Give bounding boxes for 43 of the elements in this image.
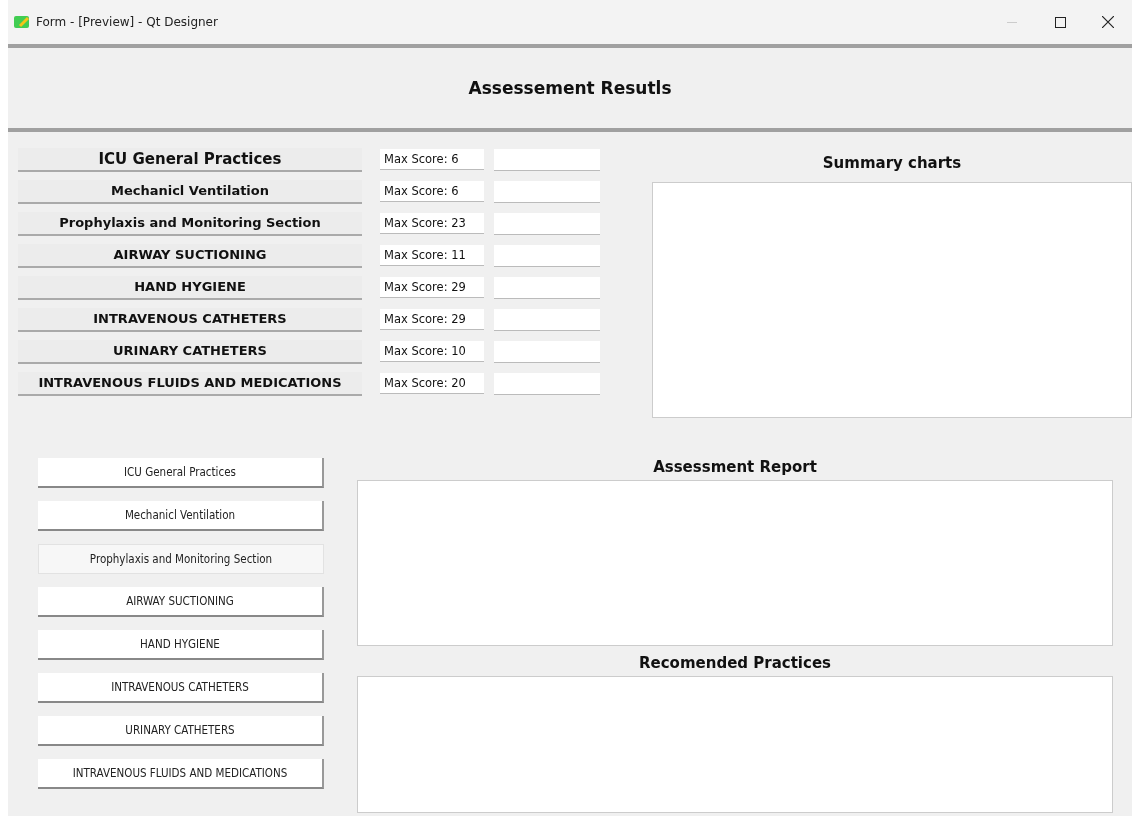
form-title: Assessement Resutls [468, 78, 672, 98]
section-label: HAND HYGIENE [18, 275, 362, 300]
recommended-text-area[interactable] [357, 676, 1113, 813]
max-score-field: Max Score: 20 [380, 373, 484, 394]
max-score-field: Max Score: 29 [380, 277, 484, 298]
minimize-icon [1007, 21, 1017, 23]
score-field[interactable] [494, 148, 600, 171]
max-score-field: Max Score: 10 [380, 341, 484, 362]
max-score-field: Max Score: 6 [380, 149, 484, 170]
section-button[interactable]: URINARY CATHETERS [38, 716, 324, 746]
close-icon [1102, 16, 1114, 28]
max-score-field: Max Score: 6 [380, 181, 484, 202]
score-field[interactable] [494, 244, 600, 267]
score-field[interactable] [494, 372, 600, 395]
section-button[interactable]: INTRAVENOUS FLUIDS AND MEDICATIONS [38, 759, 324, 789]
section-label: Mechanicl Ventilation [18, 179, 362, 204]
section-button[interactable]: INTRAVENOUS CATHETERS [38, 673, 324, 703]
max-score-field: Max Score: 29 [380, 309, 484, 330]
score-field[interactable] [494, 308, 600, 331]
section-label: Prophylaxis and Monitoring Section [18, 211, 362, 236]
section-button[interactable]: HAND HYGIENE [38, 630, 324, 660]
maximize-icon [1054, 16, 1066, 28]
section-label: ICU General Practices [18, 147, 362, 172]
section-label: INTRAVENOUS FLUIDS AND MEDICATIONS [18, 371, 362, 396]
app-icon [14, 15, 30, 29]
section-button[interactable]: Mechanicl Ventilation [38, 501, 324, 531]
section-button[interactable]: Prophylaxis and Monitoring Section [38, 544, 324, 574]
section-button[interactable]: AIRWAY SUCTIONING [38, 587, 324, 617]
section-label: URINARY CATHETERS [18, 339, 362, 364]
section-button[interactable]: ICU General Practices [38, 458, 324, 488]
score-field[interactable] [494, 212, 600, 235]
report-title: Assessment Report [653, 458, 817, 478]
score-field[interactable] [494, 340, 600, 363]
section-label: AIRWAY SUCTIONING [18, 243, 362, 268]
window-title: Form - [Preview] - Qt Designer [36, 15, 219, 29]
score-field[interactable] [494, 180, 600, 203]
max-score-field: Max Score: 23 [380, 213, 484, 234]
summary-title: Summary charts [822, 154, 962, 174]
recommended-title: Recomended Practices [639, 654, 831, 674]
section-label: INTRAVENOUS CATHETERS [18, 307, 362, 332]
score-field[interactable] [494, 276, 600, 299]
max-score-field: Max Score: 11 [380, 245, 484, 266]
report-text-area[interactable] [357, 480, 1113, 646]
